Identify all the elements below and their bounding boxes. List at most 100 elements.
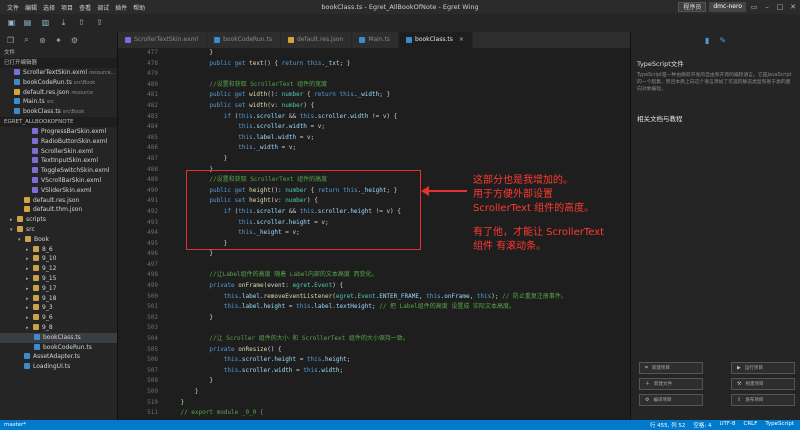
book-icon[interactable]: ▮ (705, 36, 709, 45)
tree-file[interactable]: ProgressBarSkin.exml (0, 127, 117, 137)
open-editor-item[interactable]: ScrollerTextSkin.exml resource... (0, 68, 117, 78)
menu-select[interactable]: 选择 (40, 3, 58, 12)
open-folder-icon[interactable]: ▤ (22, 17, 33, 28)
new-file-icon[interactable]: ▣ (6, 17, 17, 28)
tree-file[interactable]: default.thm.json (0, 205, 117, 215)
new-file-button[interactable]: ＋新建文件 (639, 378, 703, 390)
tree-folder[interactable]: ▸ 9_3 (0, 303, 117, 313)
menu-file[interactable]: 文件 (4, 3, 22, 12)
tree-folder[interactable]: ▾ Book (0, 235, 117, 245)
extensions-icon[interactable]: ✦ (54, 36, 63, 45)
menu-project[interactable]: 项目 (58, 3, 76, 12)
new-project-button[interactable]: ⌗ 新建项目 (639, 362, 703, 374)
tree-folder[interactable]: ▸ 9_8 (0, 323, 117, 333)
menu-view[interactable]: 查看 (76, 3, 94, 12)
language-mode[interactable]: TypeScript (765, 421, 794, 429)
code-line[interactable] (166, 260, 622, 271)
open-editor-item[interactable]: Main.ts src (0, 97, 117, 107)
publish-icon[interactable]: ⇪ (94, 17, 105, 28)
code-line[interactable]: this.label.removeEventListener(egret.Eve… (166, 292, 622, 303)
code-line[interactable]: } (166, 313, 622, 324)
indentation[interactable]: 空格: 4 (693, 421, 711, 429)
git-icon[interactable]: ⊛ (38, 36, 47, 45)
tree-file[interactable]: ToggleSwitchSkin.exml (0, 166, 117, 176)
tree-folder[interactable]: ▸ 9_10 (0, 254, 117, 264)
code-line[interactable]: this.label.height = this.label.textHeigh… (166, 302, 622, 313)
user-account[interactable]: dmc-nero (709, 2, 746, 12)
tree-folder[interactable]: ▸ 9_17 (0, 284, 117, 294)
menu-debug[interactable]: 调试 (94, 3, 112, 12)
files-icon[interactable]: ❐ (6, 36, 15, 45)
code-line[interactable]: this.scroller.height = this.height; (166, 355, 622, 366)
compile-project-button[interactable]: ⚙ 编译项目 (639, 394, 703, 406)
code-line[interactable] (166, 69, 622, 80)
editor-tab[interactable]: ScrollerTextSkin.exml (118, 32, 208, 48)
debug-icon[interactable]: ⚙ (70, 36, 79, 45)
code-line[interactable]: if (this.scroller && this.scroller.width… (166, 112, 622, 123)
code-line[interactable] (166, 323, 622, 334)
menu-help[interactable]: 帮助 (130, 3, 148, 12)
maximize-icon[interactable]: □ (775, 2, 785, 12)
menu-plugins[interactable]: 插件 (112, 3, 130, 12)
code-line[interactable]: this.label.width = v; (166, 133, 622, 144)
project-header[interactable]: EGRET_ALLBOOKOFNOTE (0, 116, 117, 127)
line-ending[interactable]: CRLF (744, 421, 758, 429)
menu-edit[interactable]: 编辑 (22, 3, 40, 12)
tree-folder[interactable]: ▸ scripts (0, 215, 117, 225)
code-line[interactable]: this.scroller.width = this.width; (166, 366, 622, 377)
tree-file[interactable]: bookCodeRun.ts (0, 343, 117, 353)
code-line[interactable]: } (166, 376, 622, 387)
tree-file[interactable]: TextInputSkin.exml (0, 156, 117, 166)
editor-tab[interactable]: default.res.json (281, 32, 353, 48)
tree-file[interactable]: RadioButtonSkin.exml (0, 137, 117, 147)
editor-tab[interactable]: bookCodeRun.ts (207, 32, 281, 48)
code-line[interactable]: //让 Scroller 组件的大小 和 ScrollerText 组件的大小保… (166, 334, 622, 345)
save-icon[interactable]: ▥ (40, 17, 51, 28)
run-project-button[interactable]: ▶ 运行项目 (731, 362, 795, 374)
tree-folder[interactable]: ▸ 9_15 (0, 274, 117, 284)
open-editor-item[interactable]: bookClass.ts src\Book (0, 107, 117, 117)
tree-folder[interactable]: ▸ 9_18 (0, 294, 117, 304)
build-project-button[interactable]: ⚒ 构建项目 (731, 378, 795, 390)
tree-file[interactable]: VSliderSkin.exml (0, 186, 117, 196)
open-editor-item[interactable]: default.res.json resource (0, 88, 117, 98)
code-line[interactable]: public get width(): number { return this… (166, 90, 622, 101)
code-line[interactable]: } (166, 387, 622, 398)
tree-file[interactable]: default.res.json (0, 196, 117, 206)
save-all-icon[interactable]: ⤓ (58, 17, 69, 28)
code-line[interactable]: private onResize() { (166, 345, 622, 356)
search-icon[interactable]: ⌕ (22, 35, 31, 45)
tree-file[interactable]: VScrollBarSkin.exml (0, 176, 117, 186)
tree-folder[interactable]: ▾ src (0, 225, 117, 235)
code-line[interactable]: this.scroller.width = v; (166, 122, 622, 133)
close-tab-icon[interactable]: × (459, 36, 464, 43)
code-line[interactable]: } (166, 154, 622, 165)
tree-folder[interactable]: ▸ 9_12 (0, 264, 117, 274)
minimize-icon[interactable]: – (762, 2, 772, 12)
tree-file[interactable]: LoadingUI.ts (0, 362, 117, 372)
publish-project-button[interactable]: ⇪ 发布项目 (731, 394, 795, 406)
cursor-position[interactable]: 行 455, 列 52 (650, 421, 686, 429)
editor-tab[interactable]: Main.ts (352, 32, 400, 48)
tree-file[interactable]: AssetAdapter.ts (0, 352, 117, 362)
code-line[interactable]: private onFrame(event: egret.Event) { (166, 281, 622, 292)
code-line[interactable]: } (166, 398, 622, 409)
git-branch[interactable]: master* (0, 422, 650, 428)
close-icon[interactable]: ✕ (788, 2, 798, 12)
brush-icon[interactable]: ✎ (719, 36, 726, 45)
encoding[interactable]: UTF-8 (719, 421, 735, 429)
tree-folder[interactable]: ▸ 8_6 (0, 245, 117, 255)
code-line[interactable]: // export module _0_0 { (166, 408, 622, 419)
code-line[interactable]: } (166, 48, 622, 59)
layout-icon[interactable]: ▭ (749, 2, 759, 12)
code-line[interactable]: this._width = v; (166, 143, 622, 154)
editor-tab[interactable]: bookClass.ts × (399, 32, 473, 48)
tree-folder[interactable]: ▸ 9_6 (0, 313, 117, 323)
tree-file[interactable]: bookClass.ts (0, 332, 117, 343)
open-editor-item[interactable]: bookCodeRun.ts src\Book (0, 78, 117, 88)
code-line[interactable]: //让Label组件的高度 随着 Label内部的文本高度 而变化。 (166, 270, 622, 281)
export-icon[interactable]: ⇧ (76, 17, 87, 28)
mode-select[interactable]: 程序员 (678, 2, 707, 12)
open-editors-header[interactable]: 已打开编辑器 (0, 58, 117, 68)
tree-file[interactable]: ScrollerSkin.exml (0, 147, 117, 157)
